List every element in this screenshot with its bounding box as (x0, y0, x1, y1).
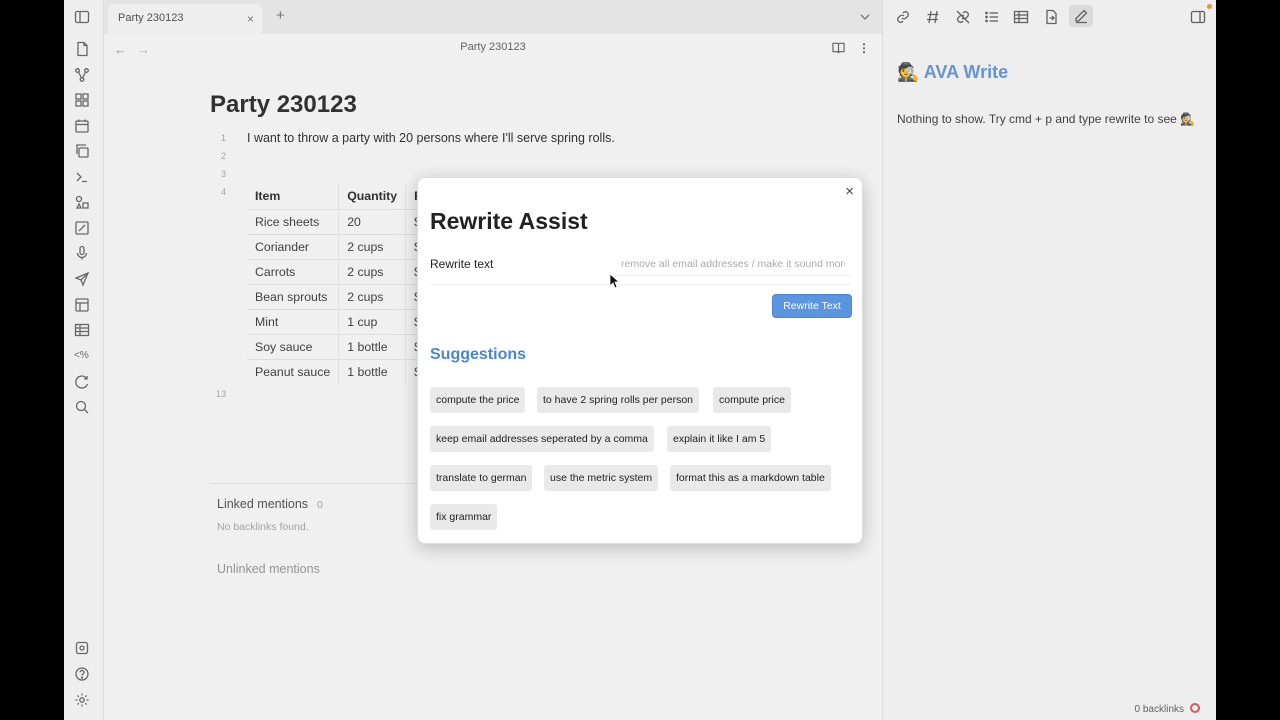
suggestion-chip[interactable]: fix grammar (430, 504, 498, 530)
obsidian-window: <% Party 230123 × + ← → Party 230123 ⋮ P… (64, 0, 1216, 720)
suggestion-chip[interactable]: to have 2 spring rolls per person (537, 387, 699, 413)
rewrite-text-input[interactable] (615, 252, 851, 276)
suggestion-chip[interactable]: use the metric system (544, 465, 659, 491)
suggestion-chip[interactable]: format this as a markdown table (670, 465, 831, 491)
suggestion-chip[interactable]: explain it like I am 5 (667, 426, 772, 452)
rewrite-text-button[interactable]: Rewrite Text (772, 294, 852, 318)
suggestions-heading: Suggestions (430, 346, 527, 363)
field-divider (430, 284, 851, 285)
suggestion-chip[interactable]: translate to german (430, 465, 533, 491)
rewrite-assist-modal: × Rewrite Assist Rewrite text Rewrite Te… (417, 177, 863, 544)
suggestion-chip[interactable]: keep email addresses seperated by a comm… (430, 426, 654, 452)
rewrite-text-label: Rewrite text (430, 257, 494, 271)
suggestion-chip[interactable]: compute price (713, 387, 791, 413)
modal-title: Rewrite Assist (430, 208, 588, 234)
suggestion-chip[interactable]: compute the price (430, 387, 526, 413)
mouse-pointer-icon (609, 273, 621, 289)
close-icon[interactable]: × (845, 184, 854, 200)
